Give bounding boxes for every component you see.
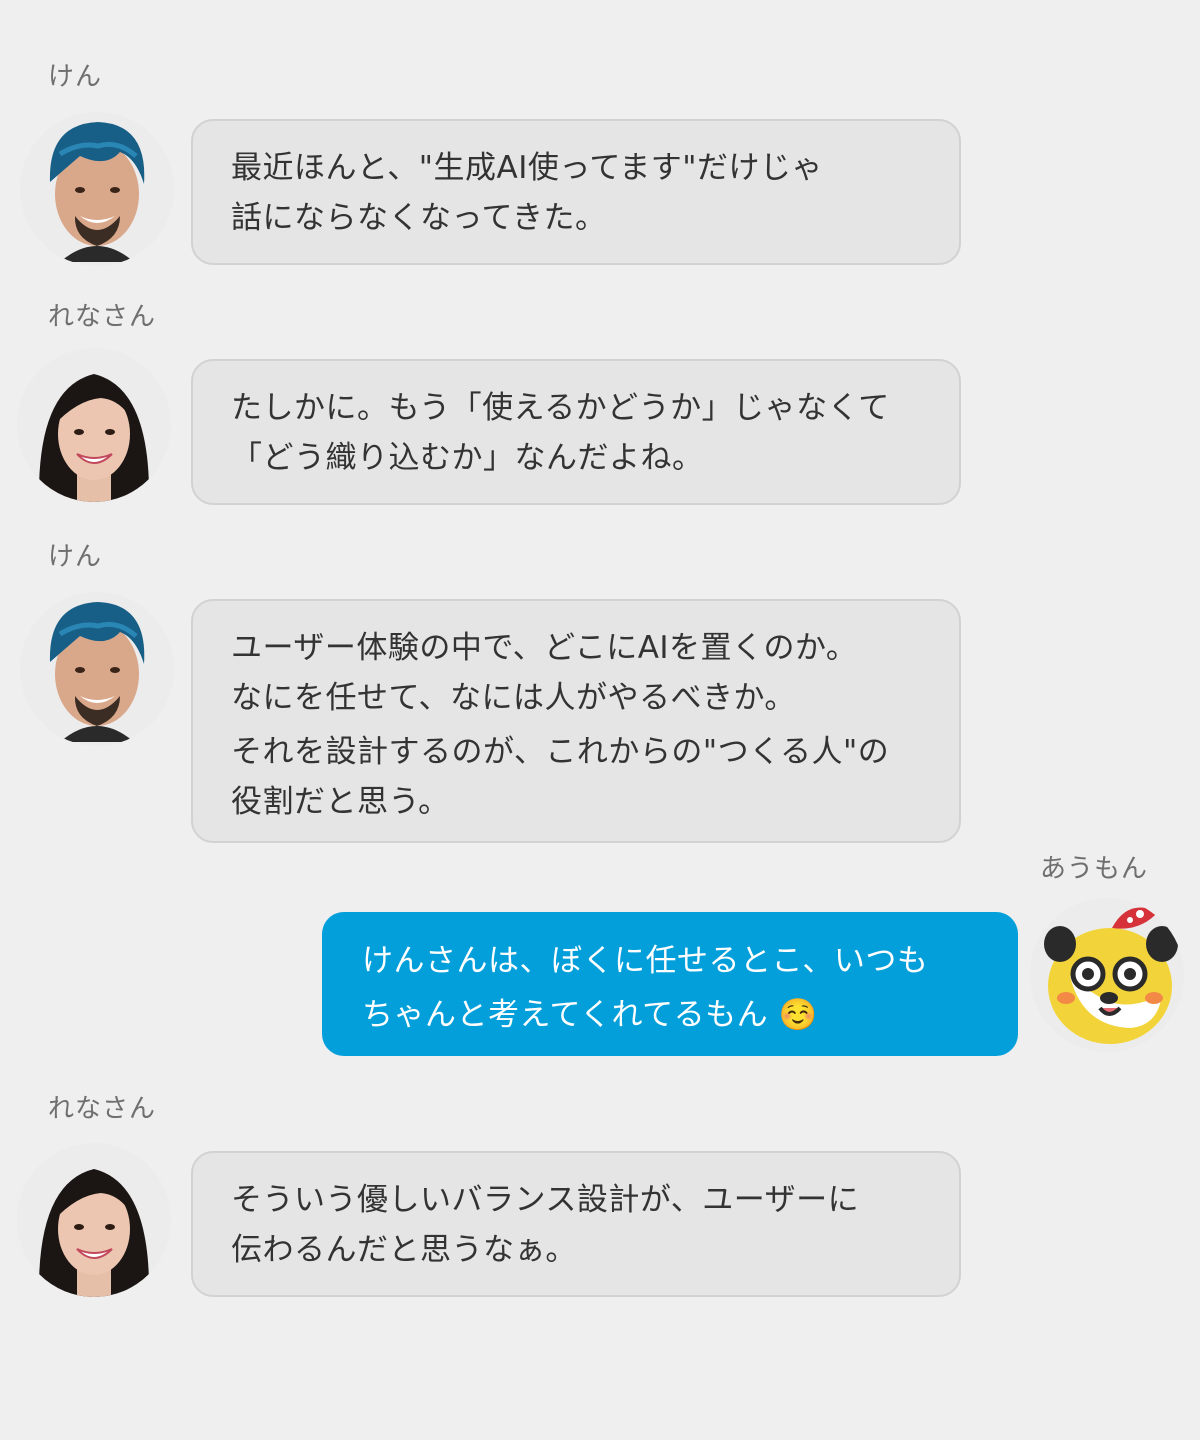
ken-avatar-icon[interactable] [20,112,174,266]
message-text-line: 話にならなくなってきた。 [231,200,607,236]
sender-name: れなさん [48,1094,157,1124]
rena-avatar-icon[interactable] [17,1143,171,1297]
message-text-line: 伝わるんだと思うなぁ。 [231,1232,577,1268]
message-bubble[interactable]: 最近ほんと、"生成AI使ってます"だけじゃ 話にならなくなってきた。 [191,119,961,265]
message-text-line: けんさんは、ぼくに任せるとこ、いつも [362,943,929,979]
aumon-mascot-avatar-icon[interactable] [1030,898,1184,1052]
message-text-line: 役割だと思う。 [231,784,450,820]
chat-thread: けん 最近ほんと、"生成AI使ってます"だけじゃ 話にならなくなってきた。 れな… [0,0,1200,1440]
message-bubble[interactable]: そういう優しいバランス設計が、ユーザーに 伝わるんだと思うなぁ。 [191,1151,961,1297]
sender-name: れなさん [48,302,157,332]
ken-avatar-icon[interactable] [20,592,174,746]
message-text-line: なにを任せて、なには人がやるべきか。 [231,680,796,716]
sender-name: けん [48,542,103,572]
message-text-line: それを設計するのが、これからの"つくる人"の [231,734,890,770]
message-text-line: そういう優しいバランス設計が、ユーザーに [231,1182,860,1218]
message-text-line: 最近ほんと、"生成AI使ってます"だけじゃ [231,150,824,186]
sender-name: あうもん [1040,854,1149,884]
message-bubble-own[interactable]: けんさんは、ぼくに任せるとこ、いつも ちゃんと考えてくれてるもん ☺️ [322,912,1018,1056]
message-text-line: たしかに。もう「使えるかどうか」じゃなくて [231,390,890,426]
message-bubble[interactable]: たしかに。もう「使えるかどうか」じゃなくて 「どう織り込むか」なんだよね。 [191,359,961,505]
message-text-line: ちゃんと考えてくれてるもん ☺️ [362,997,818,1033]
rena-avatar-icon[interactable] [17,348,171,502]
sender-name: けん [48,62,103,92]
message-text-line: ユーザー体験の中で、どこにAIを置くのか。 [231,630,858,666]
message-bubble[interactable]: ユーザー体験の中で、どこにAIを置くのか。 なにを任せて、なには人がやるべきか。… [191,599,961,843]
message-text-line: 「どう織り込むか」なんだよね。 [231,440,704,476]
